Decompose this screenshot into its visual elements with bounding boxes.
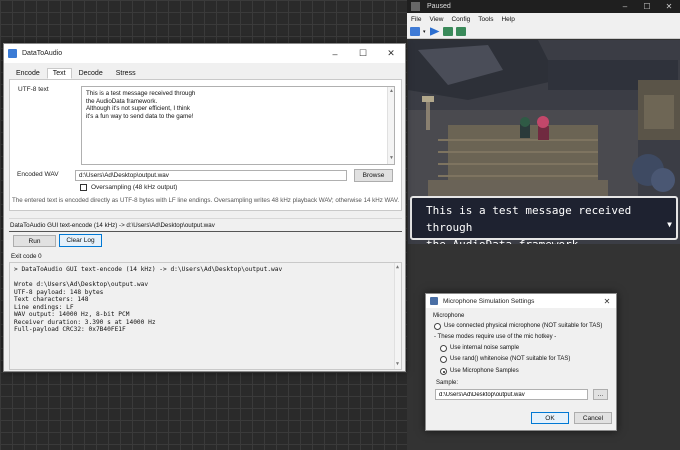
- game-dialog-line-1: This is a test message received through: [426, 204, 632, 234]
- log-line: Line endings: LF: [14, 303, 74, 311]
- mic-dialog-icon: [430, 297, 438, 305]
- menu-config[interactable]: Config: [451, 16, 470, 23]
- menu-file[interactable]: File: [411, 16, 421, 23]
- command-line-text: DataToAudio GUI text-encode (14 kHz) -> …: [10, 222, 215, 229]
- close-icon[interactable]: ✕: [598, 294, 616, 308]
- datatoaudio-titlebar: DataToAudio – ☐ ✕: [4, 44, 405, 63]
- text-line: it's a fun way to send data to the game!: [86, 112, 194, 120]
- text-line: Although it's not super efficient, I thi…: [86, 105, 190, 113]
- browse-button[interactable]: Browse: [354, 169, 393, 182]
- log-line: > DataToAudio GUI text-encode (14 kHz) -…: [14, 266, 283, 273]
- clear-log-button[interactable]: Clear Log: [59, 234, 102, 247]
- frame-advance-icon[interactable]: [442, 27, 453, 36]
- radio-physical-mic[interactable]: [434, 323, 441, 330]
- scroll-up-icon[interactable]: ▲: [396, 264, 399, 272]
- datatoaudio-title: DataToAudio: [22, 50, 63, 57]
- player-character: [520, 117, 530, 138]
- mic-dialog-titlebar: Microphone Simulation Settings ✕: [426, 294, 616, 308]
- scroll-up-icon[interactable]: ▲: [389, 88, 394, 96]
- close-icon[interactable]: ✕: [658, 0, 680, 13]
- cancel-button[interactable]: Cancel: [574, 412, 612, 424]
- game-screen[interactable]: This is a test message received through …: [408, 40, 680, 244]
- text-line: This is a test message received through: [86, 90, 196, 97]
- encoded-wav-path-input[interactable]: [75, 170, 347, 181]
- tab-encode[interactable]: Encode: [10, 68, 46, 79]
- emulator-title: Paused: [427, 3, 451, 10]
- emulator-toolbar: ▾: [407, 25, 680, 39]
- radio-noise-sample[interactable]: [440, 345, 447, 352]
- datatoaudio-window-controls: – ☐ ✕: [321, 44, 405, 63]
- sample-browse-button[interactable]: ...: [593, 389, 608, 400]
- log-line: Full-payload CRC32: 0x7B40FE1F: [14, 326, 126, 333]
- menu-help[interactable]: Help: [501, 16, 514, 23]
- radio-noise-sample-label: Use internal noise sample: [450, 345, 520, 351]
- menu-tools[interactable]: Tools: [478, 16, 493, 23]
- menu-view[interactable]: View: [429, 16, 443, 23]
- radio-mic-samples[interactable]: [440, 368, 447, 375]
- ok-button[interactable]: OK: [531, 412, 569, 424]
- sample-label: Sample:: [436, 380, 459, 386]
- run-button[interactable]: Run: [13, 235, 56, 247]
- minimize-icon[interactable]: –: [321, 44, 349, 63]
- minimize-icon[interactable]: –: [614, 0, 636, 13]
- continue-arrow-icon: ▼: [667, 220, 672, 229]
- exit-code-label: Exit code 0: [11, 253, 42, 260]
- datatoaudio-window: DataToAudio – ☐ ✕ Encode Text Decode Str…: [3, 43, 406, 372]
- log-scrollbar[interactable]: ▲ ▼: [394, 263, 401, 369]
- encoding-note: The entered text is encoded directly as …: [12, 197, 400, 204]
- maximize-icon[interactable]: ☐: [636, 0, 658, 13]
- log-line: Text characters: 148: [14, 296, 89, 303]
- log-line: Receiver duration: 3.390 s at 14000 Hz: [14, 318, 156, 326]
- oversampling-checkbox[interactable]: [80, 184, 87, 191]
- divider: [9, 231, 402, 232]
- utf8-text-input[interactable]: This is a test message received through …: [81, 86, 395, 165]
- hotkey-note: - These modes require use of the mic hot…: [434, 334, 557, 340]
- datatoaudio-app-icon: [8, 49, 17, 58]
- chevron-down-icon[interactable]: ▾: [423, 29, 426, 35]
- tab-text[interactable]: Text: [46, 68, 72, 79]
- oversampling-label: Oversampling (48 kHz output): [91, 184, 178, 191]
- sample-path-input[interactable]: [435, 389, 588, 400]
- tab-stress[interactable]: Stress: [110, 68, 142, 79]
- close-icon[interactable]: ✕: [377, 44, 405, 63]
- text-scrollbar[interactable]: ▲ ▼: [387, 87, 394, 164]
- npc-character: [537, 116, 549, 140]
- radio-physical-mic-label: Use connected physical microphone (NOT s…: [444, 323, 603, 329]
- encoded-wav-label: Encoded WAV: [17, 171, 59, 178]
- emulator-window-controls: – ☐ ✕: [614, 0, 680, 19]
- mic-dialog-controls: ✕: [598, 294, 616, 313]
- microphone-group-label: Microphone: [433, 313, 465, 319]
- emulator-app-icon: [411, 2, 420, 11]
- open-rom-icon[interactable]: [410, 27, 420, 36]
- tab-decode[interactable]: Decode: [73, 68, 109, 79]
- radio-mic-samples-label: Use Microphone Samples: [450, 368, 519, 374]
- log-line: WAV output: 14000 Hz, 8-bit PCM: [14, 311, 130, 318]
- radio-rand-whitenoise[interactable]: [440, 356, 447, 363]
- emulator-titlebar: Paused – ☐ ✕: [407, 0, 680, 13]
- tab-strip: Encode Text Decode Stress: [10, 68, 143, 79]
- play-icon[interactable]: [429, 27, 440, 36]
- game-dialog-line-2: the AudioData framework.: [426, 236, 662, 244]
- log-line: UTF-8 payload: 148 bytes: [14, 288, 104, 296]
- radio-rand-whitenoise-label: Use rand() whitenoise (NOT suitable for …: [450, 356, 571, 362]
- mic-dialog-title: Microphone Simulation Settings: [443, 297, 535, 305]
- rewind-icon[interactable]: [455, 27, 466, 36]
- scroll-down-icon[interactable]: ▼: [396, 361, 399, 369]
- log-line: Wrote d:\Users\Ad\Desktop\output.wav: [14, 281, 149, 288]
- text-line: the AudioData framework.: [86, 97, 158, 105]
- scroll-down-icon[interactable]: ▼: [389, 155, 394, 163]
- maximize-icon[interactable]: ☐: [349, 44, 377, 63]
- game-dialog-box: This is a test message received through …: [410, 196, 678, 244]
- divider: [9, 218, 402, 219]
- mic-settings-dialog: Microphone Simulation Settings ✕ Microph…: [425, 293, 617, 431]
- utf8-text-label: UTF-8 text: [18, 86, 49, 93]
- text-tab-panel: UTF-8 text This is a test message receiv…: [9, 79, 402, 211]
- output-log[interactable]: > DataToAudio GUI text-encode (14 kHz) -…: [9, 262, 402, 370]
